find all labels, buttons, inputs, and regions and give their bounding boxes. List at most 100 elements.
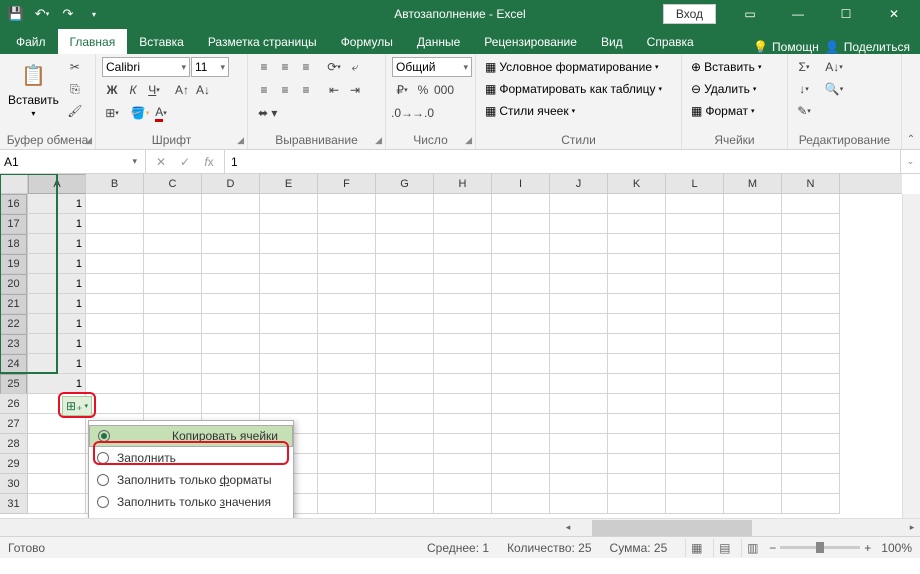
row-header[interactable]: 22: [0, 314, 27, 334]
cell[interactable]: [782, 194, 840, 214]
cell[interactable]: [666, 434, 724, 454]
autosum-icon[interactable]: Σ▾: [794, 57, 814, 77]
cell[interactable]: [782, 454, 840, 474]
cell[interactable]: [782, 434, 840, 454]
cell[interactable]: [724, 274, 782, 294]
cell[interactable]: [376, 354, 434, 374]
undo-icon[interactable]: ↶▾: [30, 3, 54, 25]
row-header[interactable]: 20: [0, 274, 27, 294]
scroll-left-icon[interactable]: ◂: [560, 520, 576, 536]
cell[interactable]: [86, 294, 144, 314]
row-header[interactable]: 28: [0, 434, 27, 454]
comma-icon[interactable]: 000: [434, 80, 454, 100]
row-header[interactable]: 21: [0, 294, 27, 314]
cell[interactable]: [550, 374, 608, 394]
cell[interactable]: [376, 474, 434, 494]
cell[interactable]: [492, 474, 550, 494]
redo-icon[interactable]: ↷: [56, 3, 80, 25]
cell[interactable]: [202, 294, 260, 314]
close-icon[interactable]: ✕: [872, 1, 916, 27]
cell[interactable]: [782, 494, 840, 514]
cell[interactable]: [608, 254, 666, 274]
column-header[interactable]: C: [144, 174, 202, 193]
align-left-icon[interactable]: ≡: [254, 80, 274, 100]
cell[interactable]: [666, 414, 724, 434]
column-header[interactable]: I: [492, 174, 550, 193]
dialog-launcher-icon[interactable]: ◢: [85, 135, 92, 146]
tab-formulas[interactable]: Формулы: [329, 29, 405, 54]
conditional-format-button[interactable]: ▦Условное форматирование▾: [482, 57, 662, 77]
cell[interactable]: [782, 374, 840, 394]
cell[interactable]: [492, 214, 550, 234]
dialog-launcher-icon[interactable]: ◢: [237, 135, 244, 146]
flyout-fill-values[interactable]: Заполнить только значения: [89, 491, 293, 513]
tell-me[interactable]: 💡Помощн: [753, 40, 819, 54]
cell[interactable]: [550, 454, 608, 474]
tab-data[interactable]: Данные: [405, 29, 472, 54]
cell[interactable]: [550, 194, 608, 214]
cell[interactable]: [492, 294, 550, 314]
name-box[interactable]: ▾: [0, 150, 146, 173]
cell[interactable]: [724, 194, 782, 214]
cell[interactable]: [434, 254, 492, 274]
cell[interactable]: [318, 334, 376, 354]
cell[interactable]: [28, 494, 86, 514]
row-header[interactable]: 24: [0, 354, 27, 374]
cell[interactable]: [260, 294, 318, 314]
cell[interactable]: [666, 374, 724, 394]
cell[interactable]: [434, 354, 492, 374]
cell[interactable]: [666, 314, 724, 334]
cell[interactable]: [724, 214, 782, 234]
cell[interactable]: [782, 314, 840, 334]
cell[interactable]: [608, 414, 666, 434]
cell[interactable]: [376, 494, 434, 514]
cell[interactable]: [608, 214, 666, 234]
cell[interactable]: [260, 354, 318, 374]
cell[interactable]: [492, 314, 550, 334]
cell[interactable]: [724, 254, 782, 274]
cell[interactable]: [376, 394, 434, 414]
cell[interactable]: [376, 214, 434, 234]
cell[interactable]: [260, 374, 318, 394]
horizontal-scrollbar[interactable]: ◂ ▸: [560, 519, 920, 536]
tab-home[interactable]: Главная: [58, 29, 128, 54]
delete-cells-button[interactable]: ⊖Удалить▾: [688, 79, 759, 99]
cell[interactable]: [376, 314, 434, 334]
cell[interactable]: [318, 314, 376, 334]
font-size-select[interactable]: 11▾: [191, 57, 229, 77]
cell[interactable]: [376, 274, 434, 294]
cell[interactable]: [376, 334, 434, 354]
paste-button[interactable]: 📋 Вставить▾: [6, 57, 61, 121]
align-bottom-icon[interactable]: ≡: [296, 57, 316, 77]
qat-customize-icon[interactable]: ▾: [82, 3, 106, 25]
cell[interactable]: [86, 354, 144, 374]
cell[interactable]: [724, 374, 782, 394]
row-header[interactable]: 25: [0, 374, 27, 394]
cell[interactable]: [666, 334, 724, 354]
cell[interactable]: [318, 394, 376, 414]
cell[interactable]: 1: [28, 214, 86, 234]
sort-filter-icon[interactable]: А↓▾: [824, 57, 844, 77]
cell[interactable]: [144, 274, 202, 294]
cell[interactable]: [434, 294, 492, 314]
cell[interactable]: [492, 234, 550, 254]
cell[interactable]: [608, 294, 666, 314]
cell[interactable]: [86, 214, 144, 234]
name-box-input[interactable]: [4, 155, 128, 169]
wrap-text-icon[interactable]: ⤶: [345, 57, 365, 77]
cell[interactable]: [550, 414, 608, 434]
cell[interactable]: [86, 194, 144, 214]
cell[interactable]: [550, 394, 608, 414]
cell[interactable]: [550, 494, 608, 514]
cell[interactable]: [318, 274, 376, 294]
cell[interactable]: [666, 394, 724, 414]
dialog-launcher-icon[interactable]: ◢: [375, 135, 382, 146]
cell[interactable]: [86, 274, 144, 294]
find-select-icon[interactable]: 🔍▾: [824, 79, 844, 99]
cell[interactable]: [782, 214, 840, 234]
cell[interactable]: [434, 414, 492, 434]
cell[interactable]: [782, 234, 840, 254]
align-right-icon[interactable]: ≡: [296, 80, 316, 100]
cell[interactable]: [202, 254, 260, 274]
cell[interactable]: [724, 494, 782, 514]
